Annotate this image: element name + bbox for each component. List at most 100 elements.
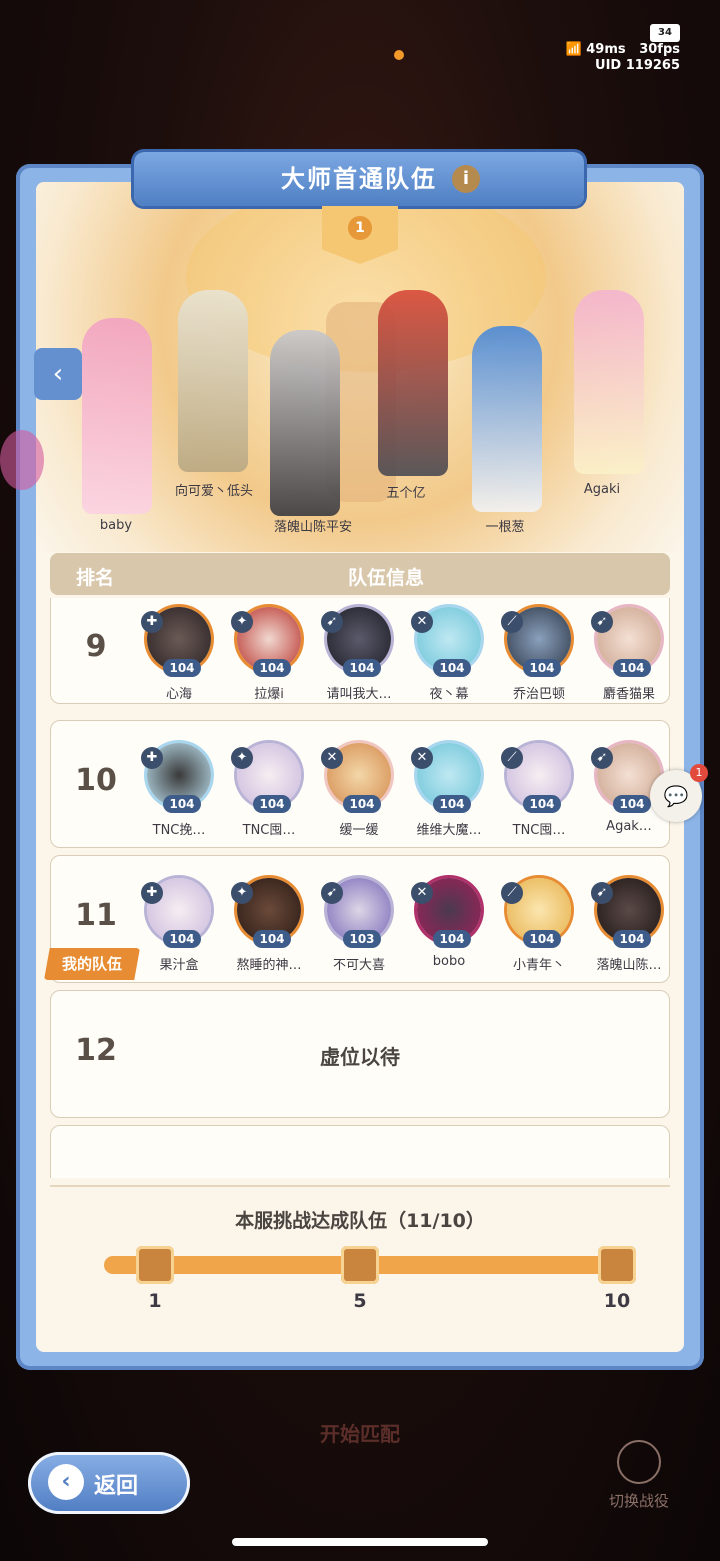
bow-class-icon: ✕ [411,747,433,769]
level-badge: 104 [163,795,201,813]
member-name: 落魄山陈… [596,958,662,973]
team-row-12: 12 虚位以待 [50,990,670,1118]
switch-label: 切换战役 [608,1492,669,1510]
notification-dot [394,50,404,60]
ping-text: 49ms [586,42,626,57]
blade-class-icon: ⟋ [501,747,523,769]
shield-class-icon: ✦ [231,882,253,904]
header-team-info: 队伍信息 [348,567,425,589]
battery-icon: 34 [650,24,680,42]
level-badge: 103 [343,930,381,948]
blade-class-icon: ⟋ [501,611,523,633]
info-icon[interactable]: i [452,165,480,193]
level-badge: 104 [433,795,471,813]
fps-text: 30fps [639,42,680,57]
staff-class-icon: ➹ [321,611,343,633]
header-rank: 排名 [76,567,115,589]
member-name: 麝香猫果 [602,687,655,702]
level-badge: 104 [433,930,471,948]
level-badge: 104 [163,930,201,948]
team-row-10[interactable]: 10 ✚ 104 TNC挽… ✦ 104 TNC囤… ✕ 104 缓一缓 ✕ 104 维维大魔…… [50,720,670,848]
team-row-9[interactable]: 9 ✚ 104 心海 ✦ 104 拉爆i ➹ 104 请叫我大… ✕ 104 夜丶幕 ⟋ 104 乔… [50,598,670,704]
rank-number: 10 [75,763,117,798]
member-name: TNC囤… [512,823,566,838]
level-badge: 104 [523,930,561,948]
my-team-tag: 我的队伍 [44,948,140,980]
status-overlay: 34 📶 49ms 30fps UID 119265 [566,24,680,74]
panel-title: 大师首通队伍 [281,165,437,193]
level-badge: 104 [523,795,561,813]
featured-name-3: 落魄山陈平安 [273,520,352,535]
milestone-label: 5 [353,1290,367,1312]
staff-class-icon: ➹ [591,882,613,904]
back-label: 返回 [94,1474,139,1499]
reward-chest-icon[interactable] [341,1246,379,1284]
level-badge: 104 [433,659,471,677]
member-name: 维维大魔… [416,823,482,838]
chat-badge: 1 [690,764,708,782]
rank-number: 11 [75,898,117,933]
milestone-label: 10 [603,1290,631,1312]
chat-bubble-icon[interactable]: 💬 1 [650,764,708,822]
shield-class-icon: ✦ [231,747,253,769]
member-name: bobo [432,954,466,969]
switch-campaign-button[interactable]: 切换战役 [598,1440,680,1511]
featured-char-3 [270,330,340,516]
member-name: TNC囤… [242,823,296,838]
featured-name-2: 向可爱丶低头 [174,484,253,499]
level-badge: 104 [613,795,651,813]
staff-class-icon: ➹ [321,882,343,904]
featured-name-6: Agaki [583,482,621,497]
castle-icon [617,1440,661,1484]
panel-title-bar: 大师首通队伍 i [134,152,584,206]
level-badge: 104 [523,659,561,677]
featured-char-4 [378,290,448,476]
reward-chest-icon[interactable] [136,1246,174,1284]
back-button[interactable]: ‹ 返回 [28,1452,190,1514]
team-list[interactable]: 9 ✚ 104 心海 ✦ 104 拉爆i ➹ 104 请叫我大… ✕ 104 夜丶幕 ⟋ 104 乔… [50,598,670,1178]
staff-class-icon: ➹ [591,611,613,633]
left-decoration [0,430,44,490]
level-badge: 104 [253,795,291,813]
blade-class-icon: ⟋ [501,882,523,904]
team-row-next [50,1125,670,1178]
bow-class-icon: ✕ [321,747,343,769]
level-badge: 104 [613,659,651,677]
level-badge: 104 [163,659,201,677]
reward-chest-icon[interactable] [598,1246,636,1284]
member-name: 拉爆i [254,687,284,702]
featured-char-6 [574,290,644,474]
member-name: 心海 [165,687,192,702]
vacant-slot-text: 虚位以待 [320,1045,400,1069]
featured-char-2 [178,290,248,472]
featured-name-1: baby [99,518,133,533]
featured-name-4: 五个亿 [386,486,426,501]
member-name: 小青年丶 [512,958,565,973]
level-badge: 104 [613,930,651,948]
milestone-label: 1 [148,1290,162,1312]
member-name: TNC挽… [152,823,206,838]
home-indicator[interactable] [232,1538,488,1546]
server-progress-title: 本服挑战达成队伍（11/10） [235,1210,485,1232]
level-badge: 104 [253,930,291,948]
featured-name-5: 一根葱 [485,520,525,535]
wifi-icon: 📶 [565,42,582,57]
member-name: 不可大喜 [332,958,385,973]
shield-class-icon: ✦ [231,611,253,633]
member-name: 乔治巴顿 [512,687,565,702]
chevron-left-icon: ‹ [48,1464,84,1500]
member-name: 熬睡的神… [236,958,302,973]
sword-class-icon: ✚ [141,611,163,633]
sword-class-icon: ✚ [141,882,163,904]
member-name: Agak… [606,819,652,834]
rank-number: 9 [85,629,107,664]
featured-char-5 [472,326,542,512]
divider [50,1185,670,1187]
team-row-11[interactable]: 11 ✚ 104 果汁盒 ✦ 104 熬睡的神… ➹ 103 不可大喜 ✕ 104 bobo ⟋… [50,855,670,983]
level-badge: 104 [343,659,381,677]
sword-class-icon: ✚ [141,747,163,769]
uid-text: UID 119265 [595,58,680,73]
side-collapse-tab[interactable]: ‹ [34,348,82,400]
table-header: 排名 队伍信息 [50,553,670,595]
member-name: 缓一缓 [339,823,379,838]
